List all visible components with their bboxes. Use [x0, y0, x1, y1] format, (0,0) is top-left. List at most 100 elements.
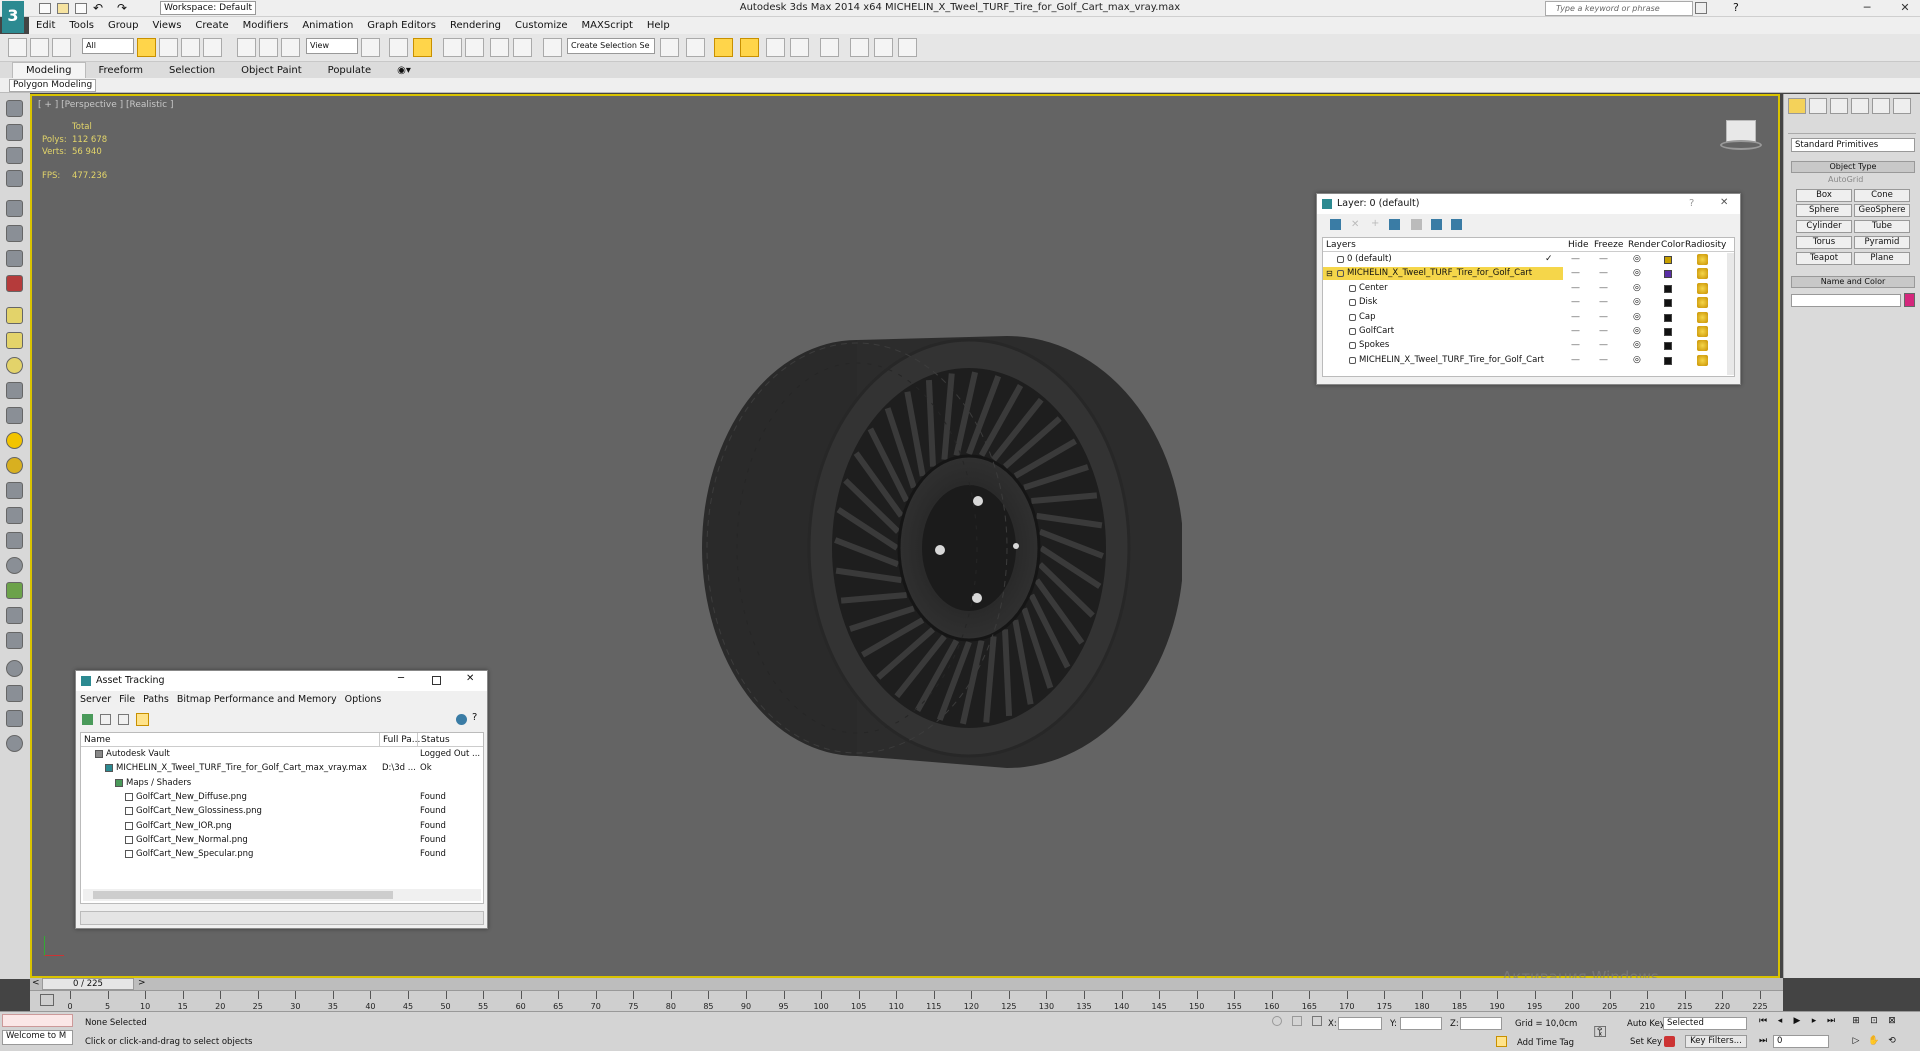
search-input[interactable]: Type a keyword or phrase — [1545, 1, 1693, 16]
radiosity-icon[interactable] — [1697, 340, 1708, 352]
radiosity-icon[interactable] — [1697, 282, 1708, 294]
asset-row[interactable]: GolfCart_New_Diffuse.png Found — [81, 791, 483, 804]
tab-selection[interactable]: Selection — [156, 63, 228, 79]
menu-rendering[interactable]: Rendering — [443, 17, 508, 34]
zoom-extents-icon[interactable]: ⊞ — [1850, 1016, 1862, 1027]
asset-menu-file[interactable]: File — [119, 694, 135, 705]
radiosity-icon[interactable] — [1697, 326, 1708, 337]
hide-toggle[interactable]: — — [1571, 296, 1580, 309]
col-radiosity[interactable]: Radiosity — [1685, 238, 1726, 252]
col-hide[interactable]: Hide — [1568, 238, 1589, 252]
asset-row[interactable]: Autodesk Vault Logged Out ... — [81, 748, 483, 761]
menu-edit[interactable]: Edit — [29, 17, 62, 34]
go-to-start-icon[interactable]: ⏮ — [1757, 1016, 1769, 1027]
geosphere-button[interactable]: GeoSphere — [1854, 204, 1910, 217]
motion-tab-icon[interactable] — [1851, 98, 1869, 114]
asset-row[interactable]: GolfCart_New_Glossiness.png Found — [81, 805, 483, 818]
layer-color-swatch[interactable] — [1664, 342, 1672, 351]
vault-icon[interactable] — [456, 714, 467, 725]
tab-freeform[interactable]: Freeform — [86, 63, 157, 79]
freeze-toggle[interactable]: — — [1599, 253, 1608, 266]
layer-explorer-icon[interactable] — [714, 38, 733, 57]
render-toggle-icon[interactable]: ◎ — [1633, 339, 1641, 352]
orbit-icon[interactable] — [6, 100, 23, 117]
layer-row[interactable]: 0 (default) ✓ — — ◎ — [1323, 253, 1734, 266]
next-frame-icon[interactable]: ▸ — [1808, 1016, 1820, 1027]
hide-toggle[interactable]: — — [1571, 282, 1580, 295]
layer-color-swatch[interactable] — [1664, 270, 1672, 279]
modify-tab-icon[interactable] — [1809, 98, 1827, 114]
target-icon[interactable] — [6, 457, 23, 474]
col-layers[interactable]: Layers — [1326, 238, 1356, 252]
grid-icon[interactable] — [6, 685, 23, 702]
mirror-icon[interactable] — [660, 38, 679, 57]
teapot-primitive-icon[interactable] — [6, 407, 23, 424]
table-view-icon[interactable] — [136, 713, 149, 726]
ribbon-options-icon[interactable]: ◉▾ — [384, 63, 424, 79]
sphere-button[interactable]: Sphere — [1796, 204, 1852, 217]
maxscript-listener-input[interactable]: Welcome to M — [2, 1030, 73, 1045]
orbit-view-icon[interactable]: ⟲ — [1886, 1036, 1898, 1047]
go-to-end-icon[interactable]: ⏭ — [1825, 1016, 1837, 1027]
time-slider[interactable]: < 0 / 225 > — [30, 978, 1783, 990]
menu-graph-editors[interactable]: Graph Editors — [360, 17, 443, 34]
tab-modeling[interactable]: Modeling — [12, 62, 86, 79]
col-render[interactable]: Render — [1628, 238, 1660, 252]
time-slider-next-button[interactable]: > — [138, 978, 146, 988]
geometry-category-icons[interactable] — [1788, 120, 1916, 134]
col-full-path[interactable]: Full Pa... — [379, 733, 420, 747]
hierarchy-tab-icon[interactable] — [1830, 98, 1848, 114]
pivot-center-icon[interactable] — [361, 38, 380, 57]
list-view-icon[interactable] — [100, 714, 111, 725]
highlight-layer-icon[interactable] — [1411, 219, 1422, 230]
freeze-all-icon[interactable] — [1451, 219, 1462, 230]
layer-row[interactable]: GolfCart — — ◎ — [1323, 325, 1734, 338]
field-of-view-nav-icon[interactable]: ▷ — [1850, 1036, 1862, 1047]
select-by-name-icon[interactable] — [159, 38, 178, 57]
create-layer-icon[interactable] — [1330, 219, 1341, 230]
freeze-toggle[interactable]: — — [1599, 325, 1608, 338]
reference-coord-dropdown[interactable]: View — [306, 38, 358, 54]
layer-color-swatch[interactable] — [1664, 299, 1672, 308]
asset-menu-options[interactable]: Options — [345, 694, 382, 705]
cone-button[interactable]: Cone — [1854, 189, 1910, 202]
radiosity-icon[interactable] — [1697, 354, 1708, 366]
viewcube-icon[interactable] — [1720, 116, 1762, 152]
unlink-icon[interactable] — [30, 38, 49, 57]
sphere-primitive-icon[interactable] — [6, 357, 23, 374]
col-color[interactable]: Color — [1661, 238, 1685, 252]
tire-model[interactable] — [672, 316, 1182, 776]
pan-view-icon[interactable]: ✋ — [1868, 1036, 1880, 1047]
camera-icon[interactable] — [6, 250, 23, 267]
redo-icon[interactable]: ↷ — [117, 1, 127, 15]
rotate-icon[interactable] — [259, 38, 278, 57]
hide-toggle[interactable]: — — [1571, 325, 1580, 338]
selection-filter-dropdown[interactable]: All — [82, 38, 134, 54]
set-key-button[interactable]: Set Key — [1630, 1037, 1662, 1047]
col-name[interactable]: Name — [84, 733, 111, 747]
hide-toggle[interactable]: — — [1571, 267, 1580, 280]
render-setup-icon[interactable] — [850, 38, 869, 57]
teapot-button[interactable]: Teapot — [1796, 252, 1852, 265]
collapse-icon[interactable]: ⊟ — [1326, 267, 1333, 280]
menu-customize[interactable]: Customize — [508, 17, 575, 34]
z-coordinate-input[interactable] — [1460, 1017, 1502, 1030]
help-icon[interactable]: ? — [1733, 1, 1739, 14]
light-icon[interactable] — [6, 225, 23, 242]
cylinder-button[interactable]: Cylinder — [1796, 220, 1852, 233]
polygon-modeling-tab[interactable]: Polygon Modeling — [9, 79, 97, 92]
select-manipulate-icon[interactable] — [389, 38, 408, 57]
scale-icon[interactable] — [281, 38, 300, 57]
layer-row[interactable]: Center — — ◎ — [1323, 282, 1734, 295]
lock-selection-icon[interactable] — [1292, 1016, 1302, 1026]
hide-toggle[interactable]: — — [1571, 354, 1580, 367]
angle-snap-icon[interactable] — [465, 38, 484, 57]
active-layer-check-icon[interactable]: ✓ — [1545, 253, 1553, 266]
radiosity-icon[interactable] — [1697, 297, 1708, 309]
render-toggle-icon[interactable]: ◎ — [1633, 311, 1641, 324]
tab-object-paint[interactable]: Object Paint — [228, 63, 315, 79]
box-primitive-icon[interactable] — [6, 332, 23, 349]
render-toggle-icon[interactable]: ◎ — [1633, 296, 1641, 309]
hide-toggle[interactable]: — — [1571, 253, 1580, 266]
autogrid-checkbox[interactable]: AutoGrid — [1828, 175, 1863, 184]
